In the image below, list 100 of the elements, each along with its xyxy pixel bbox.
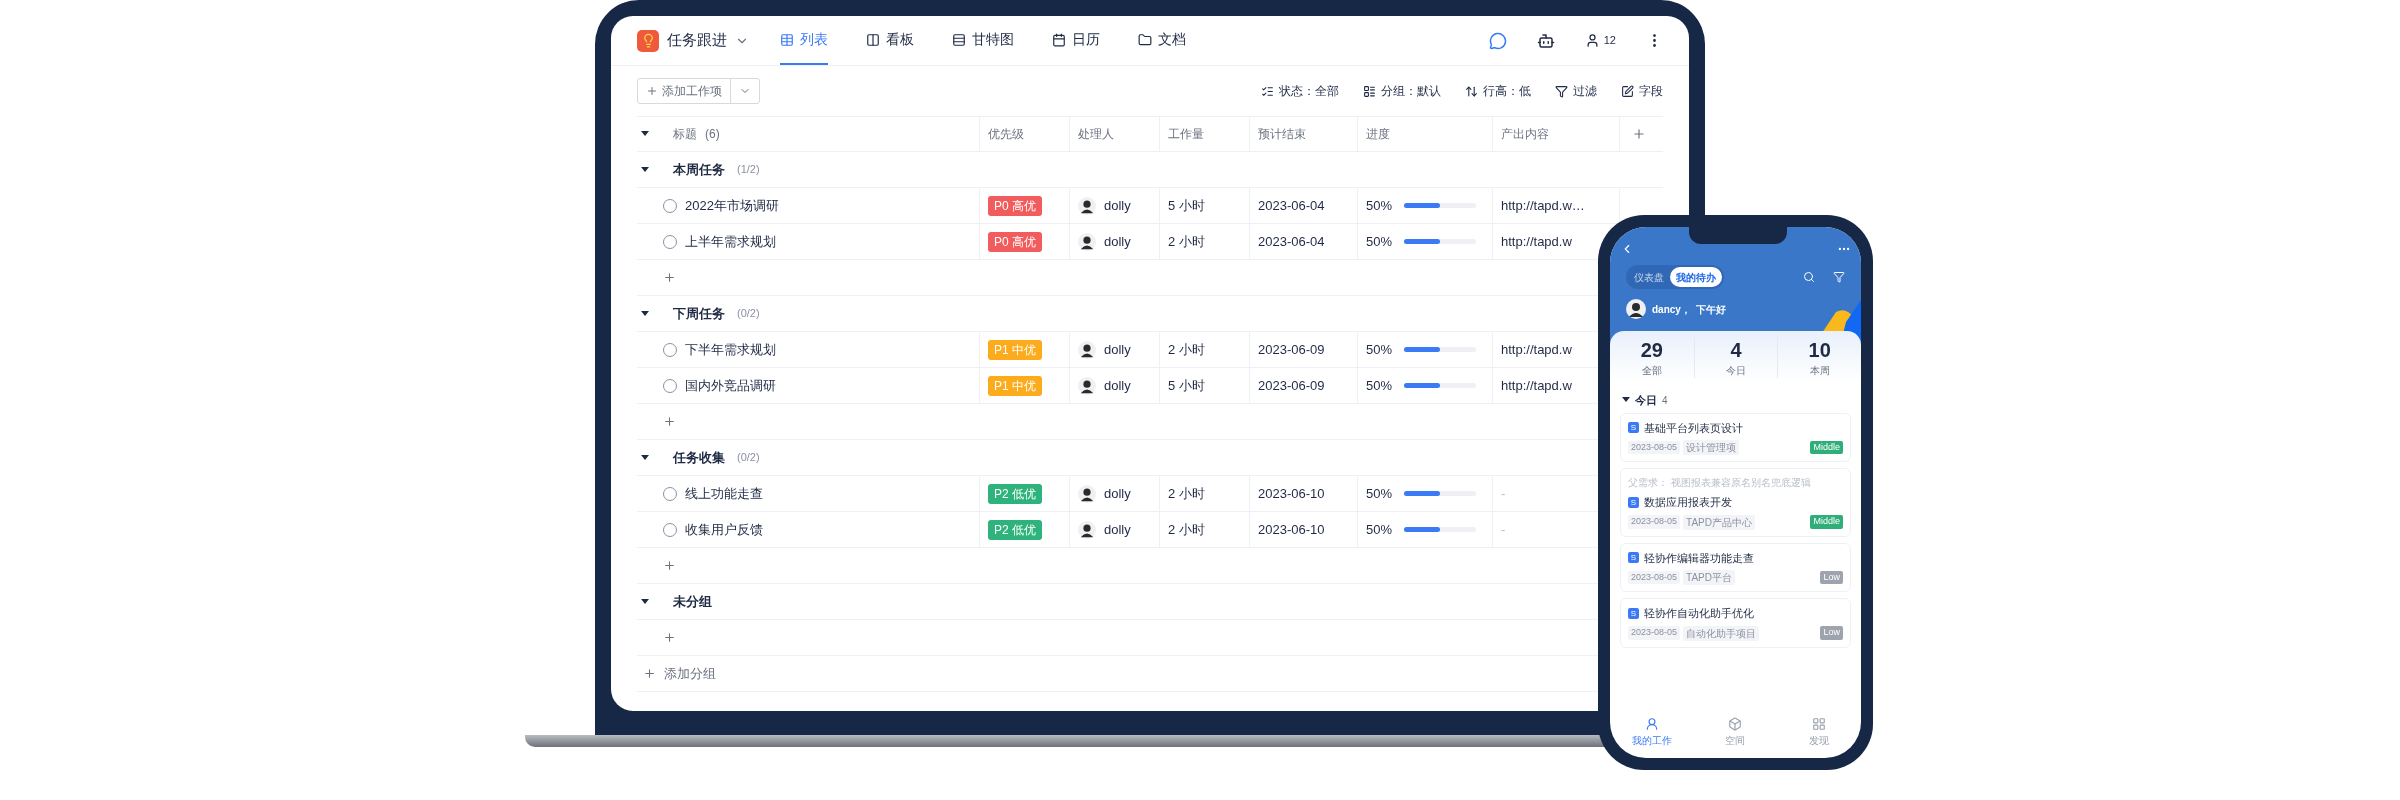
option-icon (1363, 84, 1376, 98)
date-tag: 2023-08-05 (1628, 515, 1681, 529)
stat-value: 29 (1640, 338, 1663, 363)
priority-tag: P1 中优 (988, 339, 1042, 360)
stat-label: 今日 (1726, 364, 1746, 378)
group-count: (0/2) (737, 306, 760, 322)
caret-icon[interactable] (641, 166, 649, 173)
option-icon (1555, 84, 1568, 98)
caret-icon[interactable] (641, 310, 649, 317)
add-column-icon[interactable] (1632, 127, 1646, 141)
level-tag: Low (1820, 626, 1843, 640)
option-icon (1261, 84, 1274, 98)
priority-tag: P2 低优 (988, 519, 1042, 540)
assignee-name: dolly (1104, 376, 1131, 395)
project-tag: TAPD平台 (1683, 570, 1735, 585)
toolbar-option[interactable]: 字段 (1621, 82, 1663, 100)
group-title[interactable]: 本周任务 (673, 159, 725, 180)
stat-label: 本周 (1809, 364, 1830, 378)
column-header[interactable]: 优先级 (988, 125, 1024, 143)
task-title[interactable]: 2022年市场调研 (685, 195, 779, 216)
task-title[interactable]: 国内外竞品调研 (685, 375, 776, 396)
avatar (1078, 340, 1096, 359)
add-icon[interactable] (663, 415, 676, 428)
add-icon[interactable] (663, 559, 676, 572)
group-title[interactable]: 下周任务 (673, 303, 725, 324)
segment-tab[interactable]: 仪表盘 (1628, 267, 1670, 287)
effort-text: 2 小时 (1168, 520, 1205, 539)
app-logo (637, 29, 659, 52)
progress-text: 50% (1366, 232, 1393, 251)
view-tab[interactable]: 看板 (866, 16, 914, 65)
view-tab[interactable]: 甘特图 (952, 16, 1014, 65)
caret-icon[interactable] (641, 598, 649, 605)
add-item-button[interactable]: 添加工作项 (638, 79, 731, 103)
stat-value: 10 (1808, 338, 1831, 363)
add-icon[interactable] (663, 631, 676, 644)
project-tag: 自动化助手项目 (1683, 625, 1760, 641)
effort-text: 2 小时 (1168, 340, 1205, 359)
task-card[interactable]: 父需求： 视图报表兼容原名别名兜底逻辑 S 数据应用报表开发 2023-08-05 TAPD产品中心 Middle (1620, 468, 1851, 537)
column-header[interactable]: 进度 (1366, 125, 1390, 143)
toolbar-option[interactable]: 状态：全部 (1261, 82, 1339, 100)
level-tag: Middle (1810, 440, 1843, 455)
due-date: 2023-06-04 (1258, 232, 1325, 251)
segment-tab[interactable]: 我的待办 (1670, 267, 1722, 287)
effort-text: 5 小时 (1168, 196, 1205, 215)
caret-icon[interactable] (641, 454, 649, 461)
toolbar-option[interactable]: 过滤 (1555, 82, 1597, 100)
task-card[interactable]: S 轻协作编辑器功能走查 2023-08-05 TAPD平台 Low (1620, 542, 1851, 592)
task-title[interactable]: 上半年需求规划 (685, 231, 776, 252)
card-title: 轻协作自动化助手优化 (1644, 606, 1754, 621)
avatar (1626, 299, 1646, 319)
toolbar-option[interactable]: 分组：默认 (1363, 82, 1441, 100)
task-title[interactable]: 收集用户反馈 (685, 519, 763, 540)
column-header[interactable]: 处理人 (1078, 125, 1114, 143)
parent-text: 父需求： 视图报表兼容原名别名兜底逻辑 (1628, 476, 1812, 490)
avatar (1078, 232, 1096, 251)
caret-icon[interactable] (1622, 397, 1630, 404)
due-date: 2023-06-09 (1258, 340, 1325, 359)
column-header[interactable]: 工作量 (1168, 125, 1204, 143)
level-tag: Low (1820, 570, 1843, 585)
tab-icon (952, 32, 966, 47)
task-title[interactable]: 下半年需求规划 (685, 339, 776, 360)
robot-icon[interactable] (1536, 31, 1555, 50)
search-icon[interactable] (1803, 271, 1815, 283)
due-date: 2023-06-04 (1258, 196, 1325, 215)
column-header[interactable]: 标题 (673, 125, 697, 143)
view-tab[interactable]: 文档 (1138, 16, 1186, 65)
output-link[interactable]: http://tapd.w (1501, 231, 1572, 252)
date-tag: 2023-08-05 (1628, 570, 1681, 585)
tab-icon (866, 32, 880, 47)
output-link[interactable]: http://tapd.w (1501, 375, 1572, 396)
chat-icon[interactable] (1488, 31, 1507, 50)
add-icon[interactable] (663, 271, 676, 284)
caret-icon[interactable] (641, 131, 649, 137)
task-card[interactable]: S 基础平台列表页设计 2023-08-05 设计管理项 Middle (1620, 412, 1851, 462)
group-title[interactable]: 未分组 (673, 591, 712, 612)
user-icon (1584, 33, 1600, 48)
output-link[interactable]: http://tapd.w (1501, 339, 1572, 360)
task-card[interactable]: S 轻协作自动化助手优化 2023-08-05 自动化助手项目 Low (1620, 598, 1851, 648)
toolbar-option[interactable]: 行高：低 (1465, 82, 1531, 100)
view-tab[interactable]: 列表 (780, 16, 828, 65)
bottom-nav-item[interactable]: 我的工作 (1610, 717, 1694, 748)
output-link[interactable]: http://tapd.w… (1501, 195, 1585, 216)
assignee-name: dolly (1104, 484, 1131, 503)
add-group-button[interactable]: 添加分组 (637, 663, 716, 684)
column-count: (6) (705, 126, 720, 143)
column-header[interactable]: 预计结束 (1258, 125, 1306, 143)
view-tab[interactable]: 日历 (1052, 16, 1100, 65)
project-title[interactable]: 任务跟进 (667, 29, 727, 52)
section-title[interactable]: 今日 (1635, 392, 1657, 409)
column-header[interactable]: 产出内容 (1501, 125, 1549, 143)
members-button[interactable]: 12 (1584, 32, 1616, 49)
task-title[interactable]: 线上功能走查 (685, 483, 763, 504)
tab-icon (1138, 32, 1152, 47)
group-count: (0/2) (737, 450, 760, 466)
group-title[interactable]: 任务收集 (673, 447, 725, 468)
stat-label: 全部 (1641, 364, 1662, 378)
priority-tag: P0 高优 (988, 231, 1042, 252)
filter-icon[interactable] (1833, 271, 1845, 283)
assignee-name: dolly (1104, 196, 1131, 215)
project-tag: 设计管理项 (1683, 440, 1740, 455)
